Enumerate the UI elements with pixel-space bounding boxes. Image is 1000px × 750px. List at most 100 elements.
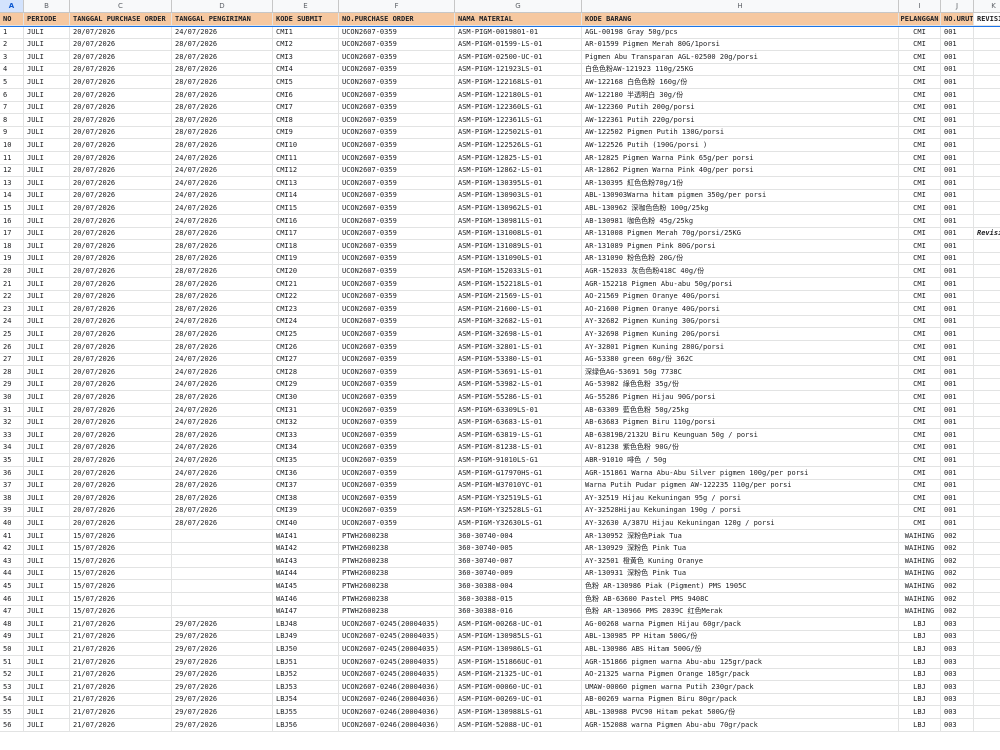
table-row[interactable]: 35 JULI 20/07/2026 24/07/2026 CMI35 UCON2607-… xyxy=(0,454,1000,467)
cell-kode-barang[interactable]: AY-32682 Pigmen Kuning 30G/porsi xyxy=(582,315,899,329)
cell-kode-barang[interactable]: AB-00269 warna Pigmen Biru 80gr/pack xyxy=(582,693,899,707)
cell-nama-material[interactable]: 360-30740-009 xyxy=(455,567,582,581)
cell-tanggal-po[interactable]: 20/07/2026 xyxy=(70,290,172,304)
cell-kode-barang[interactable]: ABL-130985 PP Hitam 500G/份 xyxy=(582,630,899,644)
cell-kode-barang[interactable]: AB-130981 咖色色粉 45g/25kg xyxy=(582,214,899,228)
cell-no-po[interactable]: PTWH2600238 xyxy=(339,529,455,543)
column-header-bar[interactable]: ABCDEFGHIJK xyxy=(0,0,1000,13)
cell-no-urut[interactable]: 003 xyxy=(941,643,974,656)
cell-tanggal-pengiriman[interactable]: 24/07/2026 xyxy=(172,202,273,215)
table-row[interactable]: 50 JULI 21/07/2026 29/07/2026 LBJ50 UCON2607-… xyxy=(0,643,1000,656)
table-row[interactable]: 54 JULI 21/07/2026 29/07/2026 LBJ54 UCON2607-… xyxy=(0,693,1000,707)
cell-periode[interactable]: JULI xyxy=(24,315,70,329)
cell-kode-submit[interactable]: WAI46 xyxy=(273,592,339,606)
cell-nama-material[interactable]: 360-30740-005 xyxy=(455,542,582,556)
cell-kode-barang[interactable]: AW-122526 Putih (190G/porsi ) xyxy=(582,139,899,152)
cell-tanggal-po[interactable]: 21/07/2026 xyxy=(70,706,172,719)
cell-tanggal-pengiriman[interactable]: 24/07/2026 xyxy=(172,214,273,228)
cell-periode[interactable]: JULI xyxy=(24,126,70,140)
cell-kode-barang[interactable]: 深绿色AG-53691 50g 7738C xyxy=(582,365,899,379)
cell-periode[interactable]: JULI xyxy=(24,328,70,341)
cell-no-po[interactable]: UCON2607-0359 xyxy=(339,189,455,203)
cell-no-po[interactable]: UCON2607-0359 xyxy=(339,202,455,215)
cell-no-po[interactable]: UCON2607-0359 xyxy=(339,441,455,455)
cell-nama-material[interactable]: ASM-PIGM-Y32528LS-G1 xyxy=(455,504,582,518)
cell-no-po[interactable]: UCON2607-0359 xyxy=(339,479,455,493)
cell-tanggal-pengiriman[interactable]: 29/07/2026 xyxy=(172,630,273,644)
column-letter-i[interactable]: I xyxy=(899,0,941,13)
cell-tanggal-po[interactable]: 15/07/2026 xyxy=(70,554,172,568)
cell-periode[interactable]: JULI xyxy=(24,391,70,404)
table-row[interactable]: 23 JULI 20/07/2026 28/07/2026 CMI23 UCON2607-… xyxy=(0,302,1000,316)
cell-no[interactable]: 48 xyxy=(0,617,24,631)
cell-kode-submit[interactable]: CMI21 xyxy=(273,277,339,291)
cell-no[interactable]: 4 xyxy=(0,63,24,77)
cell-no[interactable]: 23 xyxy=(0,302,24,316)
column-letter-k[interactable]: K xyxy=(974,0,1000,13)
cell-nama-material[interactable]: ASM-PIGM-152218LS-01 xyxy=(455,277,582,291)
cell-pelanggan[interactable]: CMI xyxy=(899,315,941,329)
cell-pelanggan[interactable]: CMI xyxy=(899,139,941,152)
cell-tanggal-pengiriman[interactable]: 28/07/2026 xyxy=(172,277,273,291)
cell-nama-material[interactable]: ASM-PIGM-32801-LS-01 xyxy=(455,340,582,354)
cell-periode[interactable]: JULI xyxy=(24,668,70,682)
cell-tanggal-pengiriman[interactable]: 28/07/2026 xyxy=(172,126,273,140)
cell-kode-submit[interactable]: CMI39 xyxy=(273,504,339,518)
cell-kode-submit[interactable]: CMI37 xyxy=(273,479,339,493)
cell-periode[interactable]: JULI xyxy=(24,139,70,152)
cell-periode[interactable]: JULI xyxy=(24,554,70,568)
cell-no-urut[interactable]: 001 xyxy=(941,202,974,215)
cell-periode[interactable]: JULI xyxy=(24,353,70,367)
cell-tanggal-pengiriman[interactable]: 24/07/2026 xyxy=(172,466,273,480)
cell-tanggal-po[interactable]: 20/07/2026 xyxy=(70,378,172,392)
cell-revisi[interactable] xyxy=(974,290,1000,304)
cell-pelanggan[interactable]: CMI xyxy=(899,302,941,316)
cell-periode[interactable]: JULI xyxy=(24,529,70,543)
table-row[interactable]: 36 JULI 20/07/2026 24/07/2026 CMI36 UCON2607-… xyxy=(0,466,1000,480)
cell-nama-material[interactable]: ASM-PIGM-Y32630LS-G1 xyxy=(455,517,582,530)
cell-tanggal-po[interactable]: 20/07/2026 xyxy=(70,353,172,367)
cell-tanggal-po[interactable]: 20/07/2026 xyxy=(70,38,172,52)
cell-nama-material[interactable]: ASM-PIGM-21325-UC-01 xyxy=(455,668,582,682)
table-row[interactable]: 52 JULI 21/07/2026 29/07/2026 LBJ52 UCON2607-… xyxy=(0,668,1000,682)
cell-kode-submit[interactable]: LBJ52 xyxy=(273,668,339,682)
cell-periode[interactable]: JULI xyxy=(24,567,70,581)
cell-tanggal-pengiriman[interactable] xyxy=(172,554,273,568)
cell-no-po[interactable]: UCON2607-0359 xyxy=(339,227,455,241)
cell-kode-barang[interactable]: AR-130395 紅色色粉70g/1份 xyxy=(582,176,899,190)
cell-revisi[interactable] xyxy=(974,492,1000,505)
cell-revisi[interactable] xyxy=(974,404,1000,417)
cell-kode-barang[interactable]: AW-122361 Putih 220g/porsi xyxy=(582,113,899,127)
cell-nama-material[interactable]: 360-30388-015 xyxy=(455,592,582,606)
cell-no-po[interactable]: UCON2607-0359 xyxy=(339,101,455,115)
cell-kode-barang[interactable]: AGL-00198 Gray 50g/pcs xyxy=(582,25,899,39)
cell-periode[interactable]: JULI xyxy=(24,517,70,530)
cell-tanggal-pengiriman[interactable]: 24/07/2026 xyxy=(172,164,273,178)
cell-kode-submit[interactable]: CMI11 xyxy=(273,151,339,165)
cell-periode[interactable]: JULI xyxy=(24,164,70,178)
table-row[interactable]: 53 JULI 21/07/2026 29/07/2026 LBJ53 UCON2607-… xyxy=(0,680,1000,694)
table-row[interactable]: 32 JULI 20/07/2026 24/07/2026 CMI32 UCON2607-… xyxy=(0,416,1000,430)
cell-kode-submit[interactable]: CMI16 xyxy=(273,214,339,228)
cell-tanggal-pengiriman[interactable]: 29/07/2026 xyxy=(172,693,273,707)
cell-tanggal-po[interactable]: 20/07/2026 xyxy=(70,340,172,354)
cell-periode[interactable]: JULI xyxy=(24,38,70,52)
cell-pelanggan[interactable]: CMI xyxy=(899,176,941,190)
cell-no[interactable]: 51 xyxy=(0,655,24,669)
cell-nama-material[interactable]: ASM-PIGM-131089LS-01 xyxy=(455,239,582,253)
cell-revisi[interactable] xyxy=(974,114,1000,127)
cell-pelanggan[interactable]: LBJ xyxy=(899,655,941,669)
cell-kode-barang[interactable]: AY-32698 Pigmen Kuning 20G/porsi xyxy=(582,328,899,341)
cell-revisi[interactable] xyxy=(974,328,1000,341)
cell-pelanggan[interactable]: CMI xyxy=(899,454,941,467)
cell-no[interactable]: 14 xyxy=(0,189,24,203)
cell-tanggal-pengiriman[interactable]: 28/07/2026 xyxy=(172,88,273,102)
cell-kode-barang[interactable]: AW-122180 半透明白 30g/份 xyxy=(582,88,899,102)
cell-tanggal-po[interactable]: 20/07/2026 xyxy=(70,302,172,316)
cell-nama-material[interactable]: ASM-PIGM-53380-LS-01 xyxy=(455,353,582,367)
cell-periode[interactable]: JULI xyxy=(24,214,70,228)
cell-no-urut[interactable]: 002 xyxy=(941,554,974,568)
cell-pelanggan[interactable]: LBJ xyxy=(899,643,941,656)
table-row[interactable]: 45 JULI 15/07/2026 WAI45 PTWH2600238 360-3038… xyxy=(0,580,1000,593)
column-letter-d[interactable]: D xyxy=(172,0,273,13)
